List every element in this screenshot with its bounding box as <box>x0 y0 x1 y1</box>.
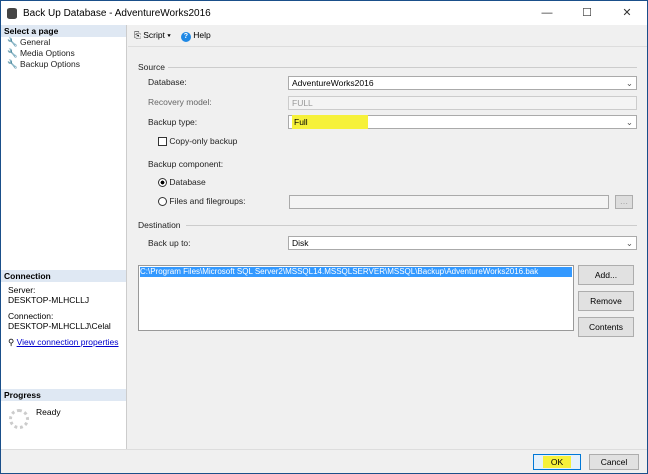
help-icon: ? <box>180 31 191 42</box>
remove-button[interactable]: Remove <box>578 291 634 311</box>
destination-divider <box>186 225 637 226</box>
chevron-down-icon: ⌄ <box>625 238 633 248</box>
title-bar: Back Up Database - AdventureWorks2016 — … <box>1 1 647 25</box>
backup-type-label: Backup type: <box>148 117 198 127</box>
destination-path-item[interactable]: C:\Program Files\Microsoft SQL Server2\M… <box>140 267 572 277</box>
server-value: DESKTOP-MLHCLLJ <box>8 295 90 305</box>
connection-value: DESKTOP-MLHCLLJ\Celal <box>8 321 111 331</box>
maximize-button[interactable]: ☐ <box>567 1 607 25</box>
recovery-model-label: Recovery model: <box>148 97 212 107</box>
radio-selected-icon <box>158 178 167 188</box>
copy-only-checkbox[interactable]: Copy-only backup <box>158 136 237 147</box>
files-filegroups-field <box>289 195 609 209</box>
recovery-model-field: FULL <box>288 96 637 110</box>
server-label: Server: <box>8 285 36 295</box>
progress-status: Ready <box>36 407 61 417</box>
script-icon: ⎘ <box>134 30 141 40</box>
back-up-to-combo[interactable]: Disk ⌄ <box>288 236 637 250</box>
nav-media-options[interactable]: 🔧 Media Options <box>1 48 126 59</box>
progress-spinner-icon <box>9 409 29 429</box>
connection-header: Connection <box>1 270 126 282</box>
connection-properties-icon: ⚲ <box>8 337 15 347</box>
nav-general[interactable]: 🔧 General <box>1 37 126 48</box>
dialog-footer: OK Cancel <box>1 449 647 473</box>
chevron-down-icon: ⌄ <box>625 78 633 88</box>
destination-list[interactable]: C:\Program Files\Microsoft SQL Server2\M… <box>138 265 574 331</box>
backup-type-combo[interactable]: Full ⌄ <box>288 115 637 129</box>
database-label: Database: <box>148 77 187 87</box>
toolbar: ⎘ Script ▾ ? Help <box>128 25 647 47</box>
database-combo[interactable]: AdventureWorks2016 ⌄ <box>288 76 637 90</box>
window-title: Back Up Database - AdventureWorks2016 <box>23 7 211 19</box>
script-button[interactable]: ⎘ Script ▾ <box>134 30 171 41</box>
sidebar: Select a page 🔧 General 🔧 Media Options … <box>1 25 127 449</box>
source-header: Source <box>138 62 165 72</box>
back-up-to-label: Back up to: <box>148 238 191 248</box>
database-icon <box>7 7 17 19</box>
wrench-icon: 🔧 <box>7 59 18 69</box>
cancel-button[interactable]: Cancel <box>589 454 639 470</box>
backup-component-label: Backup component: <box>148 159 224 169</box>
wrench-icon: 🔧 <box>7 48 18 58</box>
backup-dialog: Back Up Database - AdventureWorks2016 — … <box>0 0 648 474</box>
select-page-header: Select a page <box>1 25 126 37</box>
help-button[interactable]: ? Help <box>180 30 211 42</box>
ok-button[interactable]: OK <box>533 454 581 470</box>
radio-files-filegroups[interactable]: Files and filegroups: <box>158 196 245 207</box>
close-button[interactable]: ✕ <box>607 1 647 25</box>
radio-database[interactable]: Database <box>158 177 206 188</box>
source-divider <box>168 67 637 68</box>
radio-icon <box>158 197 167 207</box>
main-panel: ⎘ Script ▾ ? Help Source Database: Adven… <box>128 25 647 449</box>
nav-backup-options[interactable]: 🔧 Backup Options <box>1 59 126 70</box>
browse-filegroups-button: … <box>615 195 633 209</box>
chevron-down-icon: ⌄ <box>625 117 633 127</box>
destination-header: Destination <box>138 220 181 230</box>
contents-button[interactable]: Contents <box>578 317 634 337</box>
add-button[interactable]: Add... <box>578 265 634 285</box>
minimize-button[interactable]: — <box>527 1 567 25</box>
view-connection-properties-link[interactable]: View connection properties <box>17 337 119 347</box>
checkbox-icon <box>158 137 167 147</box>
connection-label: Connection: <box>8 311 54 321</box>
wrench-icon: 🔧 <box>7 37 18 47</box>
progress-header: Progress <box>1 389 126 401</box>
